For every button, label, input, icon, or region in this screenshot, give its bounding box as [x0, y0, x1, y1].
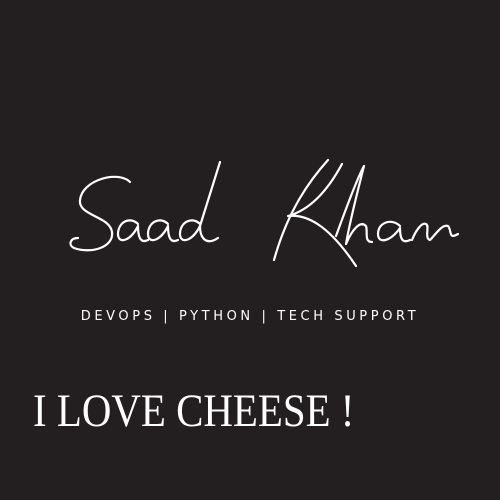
headline: I LOVE CHEESE ! [33, 385, 355, 437]
signature-logo [60, 150, 460, 275]
logo-card: DEVOPS | PYTHON | TECH SUPPORT I LOVE CH… [0, 0, 500, 500]
tagline: DEVOPS | PYTHON | TECH SUPPORT [80, 309, 420, 324]
